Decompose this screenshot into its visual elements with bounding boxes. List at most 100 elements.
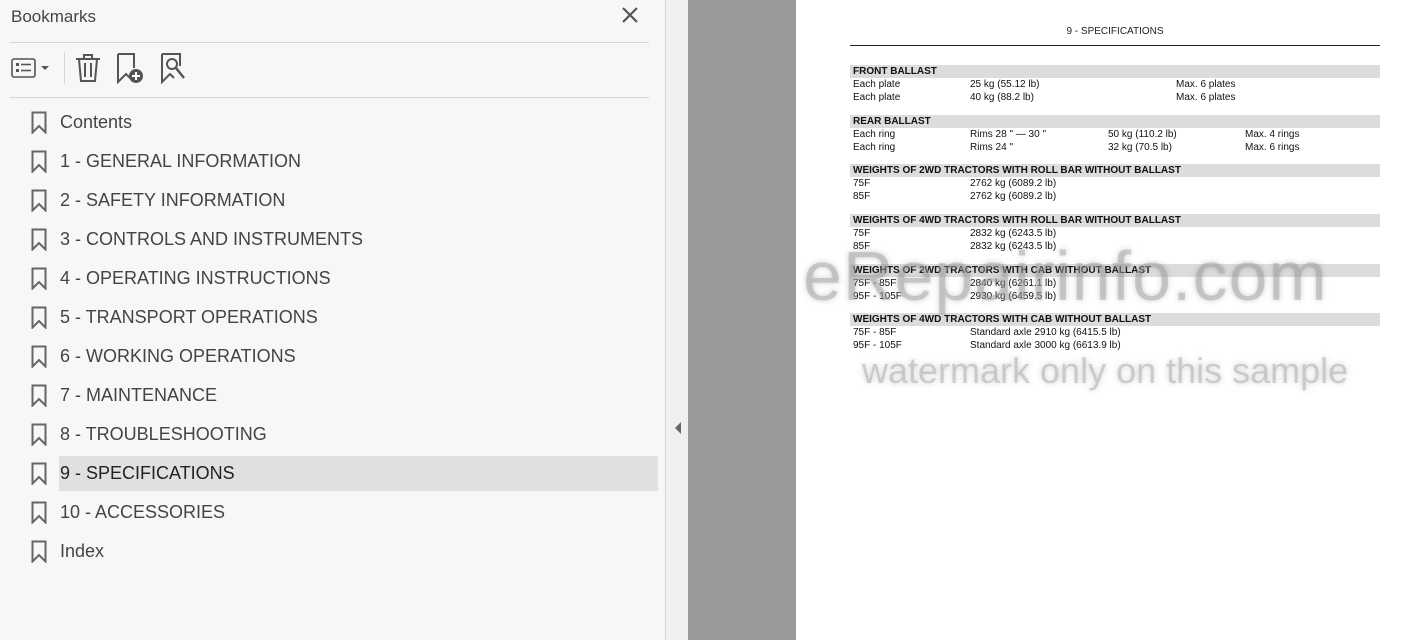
cell: 2762 kg (6089.2 lb) — [970, 178, 1057, 189]
bookmark-item[interactable]: 2 - SAFETY INFORMATION — [0, 181, 666, 220]
bookmark-label: 6 - WORKING OPERATIONS — [60, 346, 296, 366]
bookmark-item[interactable]: Contents — [0, 103, 666, 142]
section-heading: WEIGHTS OF 2WD TRACTORS WITH CAB WITHOUT… — [850, 264, 1380, 277]
bookmark-item[interactable]: 4 - OPERATING INSTRUCTIONS — [0, 259, 666, 298]
cell: 2832 kg (6243.5 lb) — [970, 241, 1057, 252]
bookmark-icon — [31, 501, 47, 524]
cell: 85F — [853, 191, 871, 202]
weights-2wd-rollbar-section: WEIGHTS OF 2WD TRACTORS WITH ROLL BAR WI… — [850, 164, 1380, 203]
cell: 2930 kg (6459.5 lb) — [970, 291, 1057, 302]
bookmark-label: Contents — [60, 112, 133, 132]
bookmark-icon — [31, 150, 47, 173]
cell: 50 kg (110.2 lb) — [1108, 129, 1177, 140]
table-row: Each ring Rims 24 " 32 kg (70.5 lb) Max.… — [850, 141, 1380, 154]
cell: Standard axle 2910 kg (6415.5 lb) — [970, 327, 1121, 338]
panel-splitter[interactable] — [666, 0, 688, 640]
bookmark-item[interactable]: Index — [0, 532, 666, 571]
cell: 95F - 105F — [853, 291, 902, 302]
section-heading: WEIGHTS OF 4WD TRACTORS WITH CAB WITHOUT… — [850, 313, 1380, 326]
bookmark-item[interactable]: 1 - GENERAL INFORMATION — [0, 142, 666, 181]
new-bookmark-button[interactable] — [114, 52, 146, 85]
cell: 75F - 85F — [853, 327, 897, 338]
cell: 25 kg (55.12 lb) — [970, 79, 1040, 90]
bookmark-item[interactable]: 7 - MAINTENANCE — [0, 376, 666, 415]
cell: 32 kg (70.5 lb) — [1108, 142, 1172, 153]
weights-2wd-cab-section: WEIGHTS OF 2WD TRACTORS WITH CAB WITHOUT… — [850, 264, 1380, 303]
bookmark-icon — [31, 306, 47, 329]
bookmark-icon — [31, 540, 47, 563]
cell: 75F - 85F — [853, 278, 897, 289]
bookmark-label: 5 - TRANSPORT OPERATIONS — [60, 307, 318, 327]
table-row: 85F 2832 kg (6243.5 lb) — [850, 240, 1380, 253]
bookmark-item[interactable]: 10 - ACCESSORIES — [0, 493, 666, 532]
options-menu-button[interactable] — [10, 52, 54, 84]
table-row: 95F - 105F 2930 kg (6459.5 lb) — [850, 290, 1380, 303]
cell: Rims 28 " — 30 " — [970, 129, 1047, 140]
cell: Max. 4 rings — [1245, 129, 1300, 140]
bookmark-label: 7 - MAINTENANCE — [60, 385, 218, 405]
section-heading: FRONT BALLAST — [850, 65, 1380, 78]
bookmark-icon — [31, 189, 47, 212]
bookmark-icon — [31, 462, 47, 485]
table-row: Each ring Rims 28 " — 30 " 50 kg (110.2 … — [850, 128, 1380, 141]
cell: Each ring — [853, 129, 896, 140]
page-header: 9 - SPECIFICATIONS — [1066, 26, 1164, 37]
section-heading: WEIGHTS OF 2WD TRACTORS WITH ROLL BAR WI… — [850, 164, 1380, 177]
bookmark-item[interactable]: 8 - TROUBLESHOOTING — [0, 415, 666, 454]
bookmark-label: 1 - GENERAL INFORMATION — [60, 151, 302, 171]
cell: Max. 6 plates — [1176, 92, 1236, 103]
cell: 2762 kg (6089.2 lb) — [970, 191, 1057, 202]
divider — [10, 97, 649, 98]
table-row: 75F 2832 kg (6243.5 lb) — [850, 227, 1380, 240]
bookmark-item[interactable]: 6 - WORKING OPERATIONS — [0, 337, 666, 376]
cell: 2840 kg (6261.1 lb) — [970, 278, 1057, 289]
table-row: 95F - 105F Standard axle 3000 kg (6613.9… — [850, 339, 1380, 352]
table-row: 85F 2762 kg (6089.2 lb) — [850, 190, 1380, 203]
bookmark-label: Index — [60, 541, 105, 561]
bookmark-label: 9 - SPECIFICATIONS — [60, 463, 235, 483]
bookmark-icon — [31, 111, 47, 134]
cell: 2832 kg (6243.5 lb) — [970, 228, 1057, 239]
cell: Rims 24 " — [970, 142, 1014, 153]
trash-icon — [76, 54, 100, 82]
cell: Standard axle 3000 kg (6613.9 lb) — [970, 340, 1121, 351]
new-bookmark-icon — [117, 53, 143, 85]
collapse-panel-icon[interactable] — [673, 420, 683, 436]
bookmark-label: 4 - OPERATING INSTRUCTIONS — [60, 268, 331, 288]
table-row: 75F - 85F Standard axle 2910 kg (6415.5 … — [850, 326, 1380, 339]
cell: 85F — [853, 241, 871, 252]
find-current-bookmark-button[interactable] — [158, 52, 188, 85]
cell: Each plate — [853, 92, 901, 103]
bookmark-icon — [31, 384, 47, 407]
cell: 40 kg (88.2 lb) — [970, 92, 1034, 103]
table-row: 75F 2762 kg (6089.2 lb) — [850, 177, 1380, 190]
bookmark-list: Contents 1 - GENERAL INFORMATION 2 - SAFET… — [0, 103, 666, 571]
rear-ballast-section: REAR BALLAST Each ring Rims 28 " — 30 " … — [850, 115, 1380, 154]
weights-4wd-cab-section: WEIGHTS OF 4WD TRACTORS WITH CAB WITHOUT… — [850, 313, 1380, 352]
delete-bookmark-button[interactable] — [74, 52, 102, 84]
weights-4wd-rollbar-section: WEIGHTS OF 4WD TRACTORS WITH ROLL BAR WI… — [850, 214, 1380, 253]
find-current-bookmark-icon — [161, 53, 185, 85]
section-heading: REAR BALLAST — [850, 115, 1380, 128]
cell: 95F - 105F — [853, 340, 902, 351]
divider — [10, 42, 649, 43]
close-icon — [622, 7, 638, 23]
table-row: 75F - 85F 2840 kg (6261.1 lb) — [850, 277, 1380, 290]
cell: Max. 6 rings — [1245, 142, 1300, 153]
bookmarks-panel: Bookmarks Contents 1 - GENERAL INFORMATI… — [0, 0, 666, 640]
bookmark-label: 8 - TROUBLESHOOTING — [60, 424, 267, 444]
header-rule — [850, 45, 1380, 46]
cell: Each ring — [853, 142, 896, 153]
table-row: Each plate 40 kg (88.2 lb) Max. 6 plates — [850, 91, 1380, 104]
cell: Each plate — [853, 79, 901, 90]
bookmark-item[interactable]: 9 - SPECIFICATIONS — [0, 454, 666, 493]
panel-title: Bookmarks — [11, 7, 97, 26]
bookmark-icon — [31, 228, 47, 251]
bookmark-item[interactable]: 5 - TRANSPORT OPERATIONS — [0, 298, 666, 337]
close-panel-button[interactable] — [620, 4, 640, 26]
list-options-icon — [11, 58, 49, 78]
table-row: Each plate 25 kg (55.12 lb) Max. 6 plate… — [850, 78, 1380, 91]
cell: 75F — [853, 228, 871, 239]
bookmark-item[interactable]: 3 - CONTROLS AND INSTRUMENTS — [0, 220, 666, 259]
cell: 75F — [853, 178, 871, 189]
